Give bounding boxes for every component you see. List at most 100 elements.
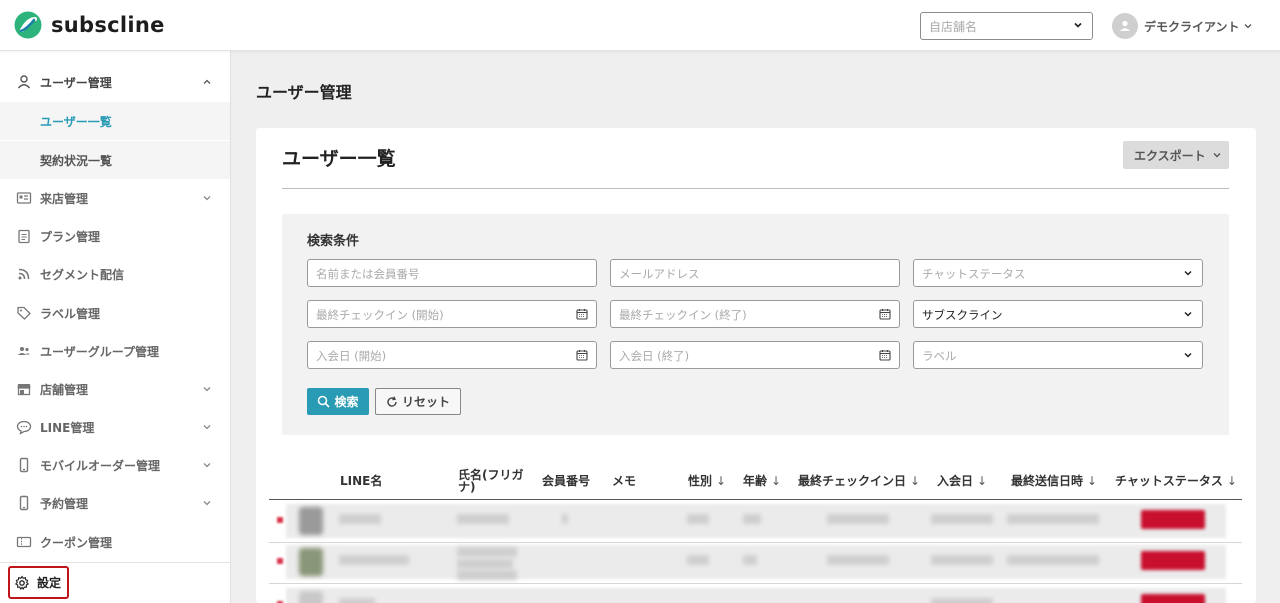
- column-header-line-name[interactable]: LINE名: [340, 462, 382, 500]
- column-header-name-kana[interactable]: 氏名(フリガナ): [458, 462, 526, 500]
- sidebar-item-label: ユーザー管理: [40, 75, 112, 90]
- brand-logo[interactable]: subscline: [13, 11, 165, 39]
- email-input[interactable]: メールアドレス: [610, 259, 900, 287]
- column-header-last-sent[interactable]: 最終送信日時 ↓: [1011, 462, 1097, 500]
- chevron-down-icon: [203, 463, 211, 468]
- export-button[interactable]: エクスポート: [1123, 141, 1229, 169]
- table-row[interactable]: [269, 500, 1242, 543]
- redacted-cell: [457, 559, 513, 569]
- column-header-chat-status[interactable]: チャットステータス ↓: [1115, 462, 1237, 500]
- column-header-member-number[interactable]: 会員番号: [542, 462, 590, 500]
- store-select[interactable]: 自店舗名: [920, 12, 1093, 40]
- store-icon: [16, 381, 32, 397]
- table-row[interactable]: [269, 584, 1242, 603]
- chat-status-select[interactable]: チャットステータス: [913, 259, 1203, 287]
- search-icon: [318, 395, 331, 408]
- redacted-row: [286, 588, 1226, 603]
- sidebar-item-reservation-management[interactable]: 予約管理: [0, 484, 230, 522]
- person-icon: [16, 74, 32, 90]
- service-select[interactable]: サブスクライン: [913, 300, 1203, 328]
- user-menu[interactable]: デモクライアント: [1112, 13, 1253, 39]
- sort-arrow-icon[interactable]: ↓: [910, 475, 920, 487]
- rss-icon: [16, 266, 32, 282]
- join-end-date-input[interactable]: 入会日 (終了): [610, 341, 900, 369]
- column-label: 性別: [688, 474, 713, 488]
- divider: [282, 188, 1229, 189]
- sidebar-item-user-list[interactable]: ユーザー一覧: [0, 102, 230, 140]
- card-title: ユーザー一覧: [282, 148, 396, 170]
- sidebar-item-segment-delivery[interactable]: セグメント配信: [0, 255, 230, 293]
- column-header-gender[interactable]: 性別 ↓: [688, 462, 726, 500]
- column-label: 最終チェックイン日: [798, 474, 907, 488]
- app-header: subscline 自店舗名 デモクライアント: [0, 0, 1280, 51]
- column-label: メモ: [612, 474, 637, 488]
- redacted-cell: [339, 514, 381, 524]
- sidebar-item-mobile-order-management[interactable]: モバイルオーダー管理: [0, 446, 230, 484]
- sidebar-item-label-management[interactable]: ラベル管理: [0, 294, 230, 332]
- column-label: LINE名: [340, 474, 383, 488]
- chat-icon: [16, 419, 32, 435]
- chevron-down-icon: [203, 501, 211, 506]
- sidebar-item-line-management[interactable]: LINE管理: [0, 408, 230, 446]
- calendar-icon[interactable]: [879, 308, 891, 320]
- sidebar-item-label: ラベル管理: [40, 306, 101, 321]
- calendar-icon[interactable]: [576, 308, 588, 320]
- sidebar-item-coupon-management[interactable]: クーポン管理: [0, 523, 230, 561]
- chevron-down-icon: [1184, 270, 1192, 276]
- join-start-date-input[interactable]: 入会日 (開始): [307, 341, 597, 369]
- sort-arrow-icon[interactable]: ↓: [716, 475, 726, 487]
- sidebar-item-visit-management[interactable]: 来店管理: [0, 179, 230, 217]
- checkin-start-date-input[interactable]: 最終チェックイン (開始): [307, 300, 597, 328]
- sidebar-item-contract-status[interactable]: 契約状況一覧: [0, 141, 230, 179]
- search-button[interactable]: 検索: [307, 388, 369, 415]
- label-select[interactable]: ラベル: [913, 341, 1203, 369]
- calendar-icon[interactable]: [576, 349, 588, 361]
- avatar: [1112, 13, 1138, 39]
- checkin-end-date-input[interactable]: 最終チェックイン (終了): [610, 300, 900, 328]
- reset-button[interactable]: リセット: [375, 388, 461, 415]
- join-start-placeholder: 入会日 (開始): [316, 349, 387, 363]
- sidebar-item-user-management[interactable]: ユーザー管理: [0, 63, 230, 101]
- brand-name: subscline: [51, 13, 165, 37]
- coupon-icon: [16, 534, 32, 550]
- sort-arrow-icon[interactable]: ↓: [1227, 475, 1237, 487]
- sort-arrow-icon[interactable]: ↓: [977, 475, 987, 487]
- settings-label: 設定: [37, 576, 62, 590]
- refresh-icon: [387, 396, 397, 407]
- sort-arrow-icon[interactable]: ↓: [771, 475, 781, 487]
- redacted-cell: [1007, 555, 1099, 565]
- redacted-cell: [743, 555, 757, 565]
- gear-icon: [14, 575, 30, 590]
- table-row[interactable]: [269, 541, 1242, 584]
- redacted-cell: [457, 570, 517, 580]
- redacted-cell: [562, 514, 568, 524]
- column-label: 会員番号: [542, 474, 591, 488]
- column-header-memo[interactable]: メモ: [612, 462, 636, 500]
- column-header-join-date[interactable]: 入会日 ↓: [937, 462, 987, 500]
- column-header-age[interactable]: 年齢 ↓: [743, 462, 781, 500]
- sidebar-divider: [0, 562, 230, 563]
- label-placeholder: ラベル: [922, 349, 957, 363]
- column-label: 最終送信日時: [1011, 474, 1084, 488]
- search-button-label: 検索: [334, 395, 359, 409]
- sidebar-item-label: LINE管理: [40, 420, 95, 435]
- settings-button[interactable]: 設定: [8, 566, 69, 599]
- tag-icon: [16, 305, 32, 321]
- status-dot: [277, 558, 283, 564]
- chevron-down-icon: [1244, 24, 1251, 29]
- chevron-down-icon: [203, 196, 211, 201]
- sort-arrow-icon[interactable]: ↓: [1087, 475, 1097, 487]
- chevron-down-icon: [203, 425, 211, 430]
- status-dot: [277, 517, 283, 523]
- column-header-last-checkin[interactable]: 最終チェックイン日 ↓: [798, 462, 920, 500]
- sidebar-item-user-group-management[interactable]: ユーザーグループ管理: [0, 332, 230, 370]
- store-select-placeholder: 自店舗名: [929, 20, 978, 34]
- sidebar-item-label: モバイルオーダー管理: [40, 458, 161, 473]
- calendar-icon[interactable]: [879, 349, 891, 361]
- sidebar-item-label: 来店管理: [40, 191, 89, 206]
- phone-icon: [16, 495, 32, 511]
- sidebar-item-plan-management[interactable]: プラン管理: [0, 217, 230, 255]
- name-or-member-number-input[interactable]: 名前または会員番号: [307, 259, 597, 287]
- sidebar-item-store-management[interactable]: 店舗管理: [0, 370, 230, 408]
- chat-status-placeholder: チャットステータス: [922, 267, 1026, 281]
